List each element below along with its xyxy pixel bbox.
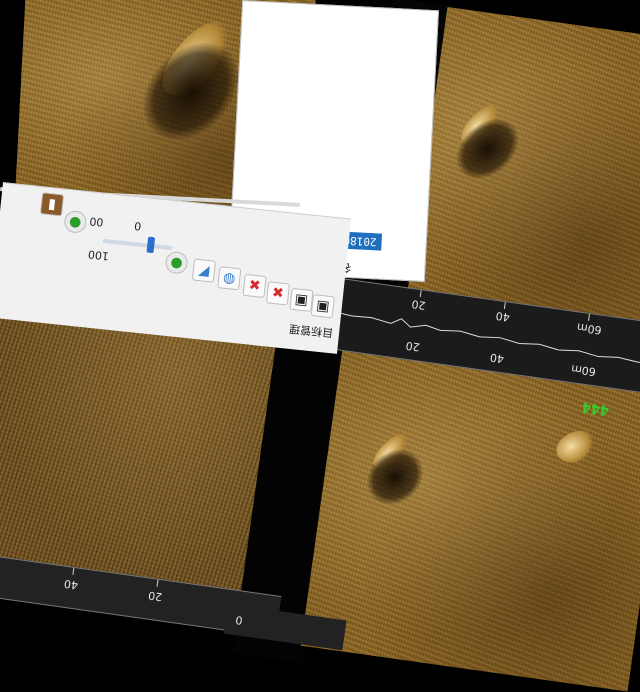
scale-tick: [156, 579, 159, 587]
scale-tick-label: 60m: [576, 320, 603, 337]
status-readout: 444: [580, 398, 611, 420]
scale-tick-label: 0: [234, 613, 244, 627]
scale-tick-label: 60m: [570, 361, 597, 379]
scale-tick-label: 20: [404, 338, 421, 354]
slider-value-label: 100: [87, 247, 110, 263]
scale-tick-label: 40: [489, 350, 505, 366]
scale-tick: [503, 302, 506, 310]
save-icon[interactable]: ▣: [310, 294, 335, 319]
save-as-icon[interactable]: ▣: [289, 287, 314, 312]
zoom-icon[interactable]: ◍: [217, 266, 242, 291]
target-highlight: [551, 423, 601, 471]
edit-target-icon[interactable]: ●: [63, 209, 88, 234]
scale-tick-label: 40: [494, 308, 511, 324]
slider-min-label: 0: [133, 219, 142, 233]
scale-tick: [588, 313, 590, 321]
scale-tick: [419, 290, 422, 298]
scale-tick-label: 20: [410, 297, 427, 312]
measure-icon[interactable]: ◢: [191, 258, 217, 283]
slider-track[interactable]: [102, 238, 173, 251]
scale-tick-label: 40: [63, 576, 79, 592]
brush-icon[interactable]: ▮: [39, 192, 65, 217]
scale-tick: [72, 567, 75, 575]
panel-title: 目标管理: [288, 321, 334, 340]
slider-thumb[interactable]: [146, 236, 156, 254]
delete-icon[interactable]: ✖: [242, 273, 267, 299]
counter-label: 00: [88, 214, 105, 229]
scale-tick-label: 20: [147, 588, 164, 604]
delete-all-icon[interactable]: ✖: [265, 281, 291, 306]
target-shadow: [444, 106, 531, 191]
target-shadow: [356, 438, 435, 516]
edit-target-icon[interactable]: ●: [164, 250, 189, 275]
